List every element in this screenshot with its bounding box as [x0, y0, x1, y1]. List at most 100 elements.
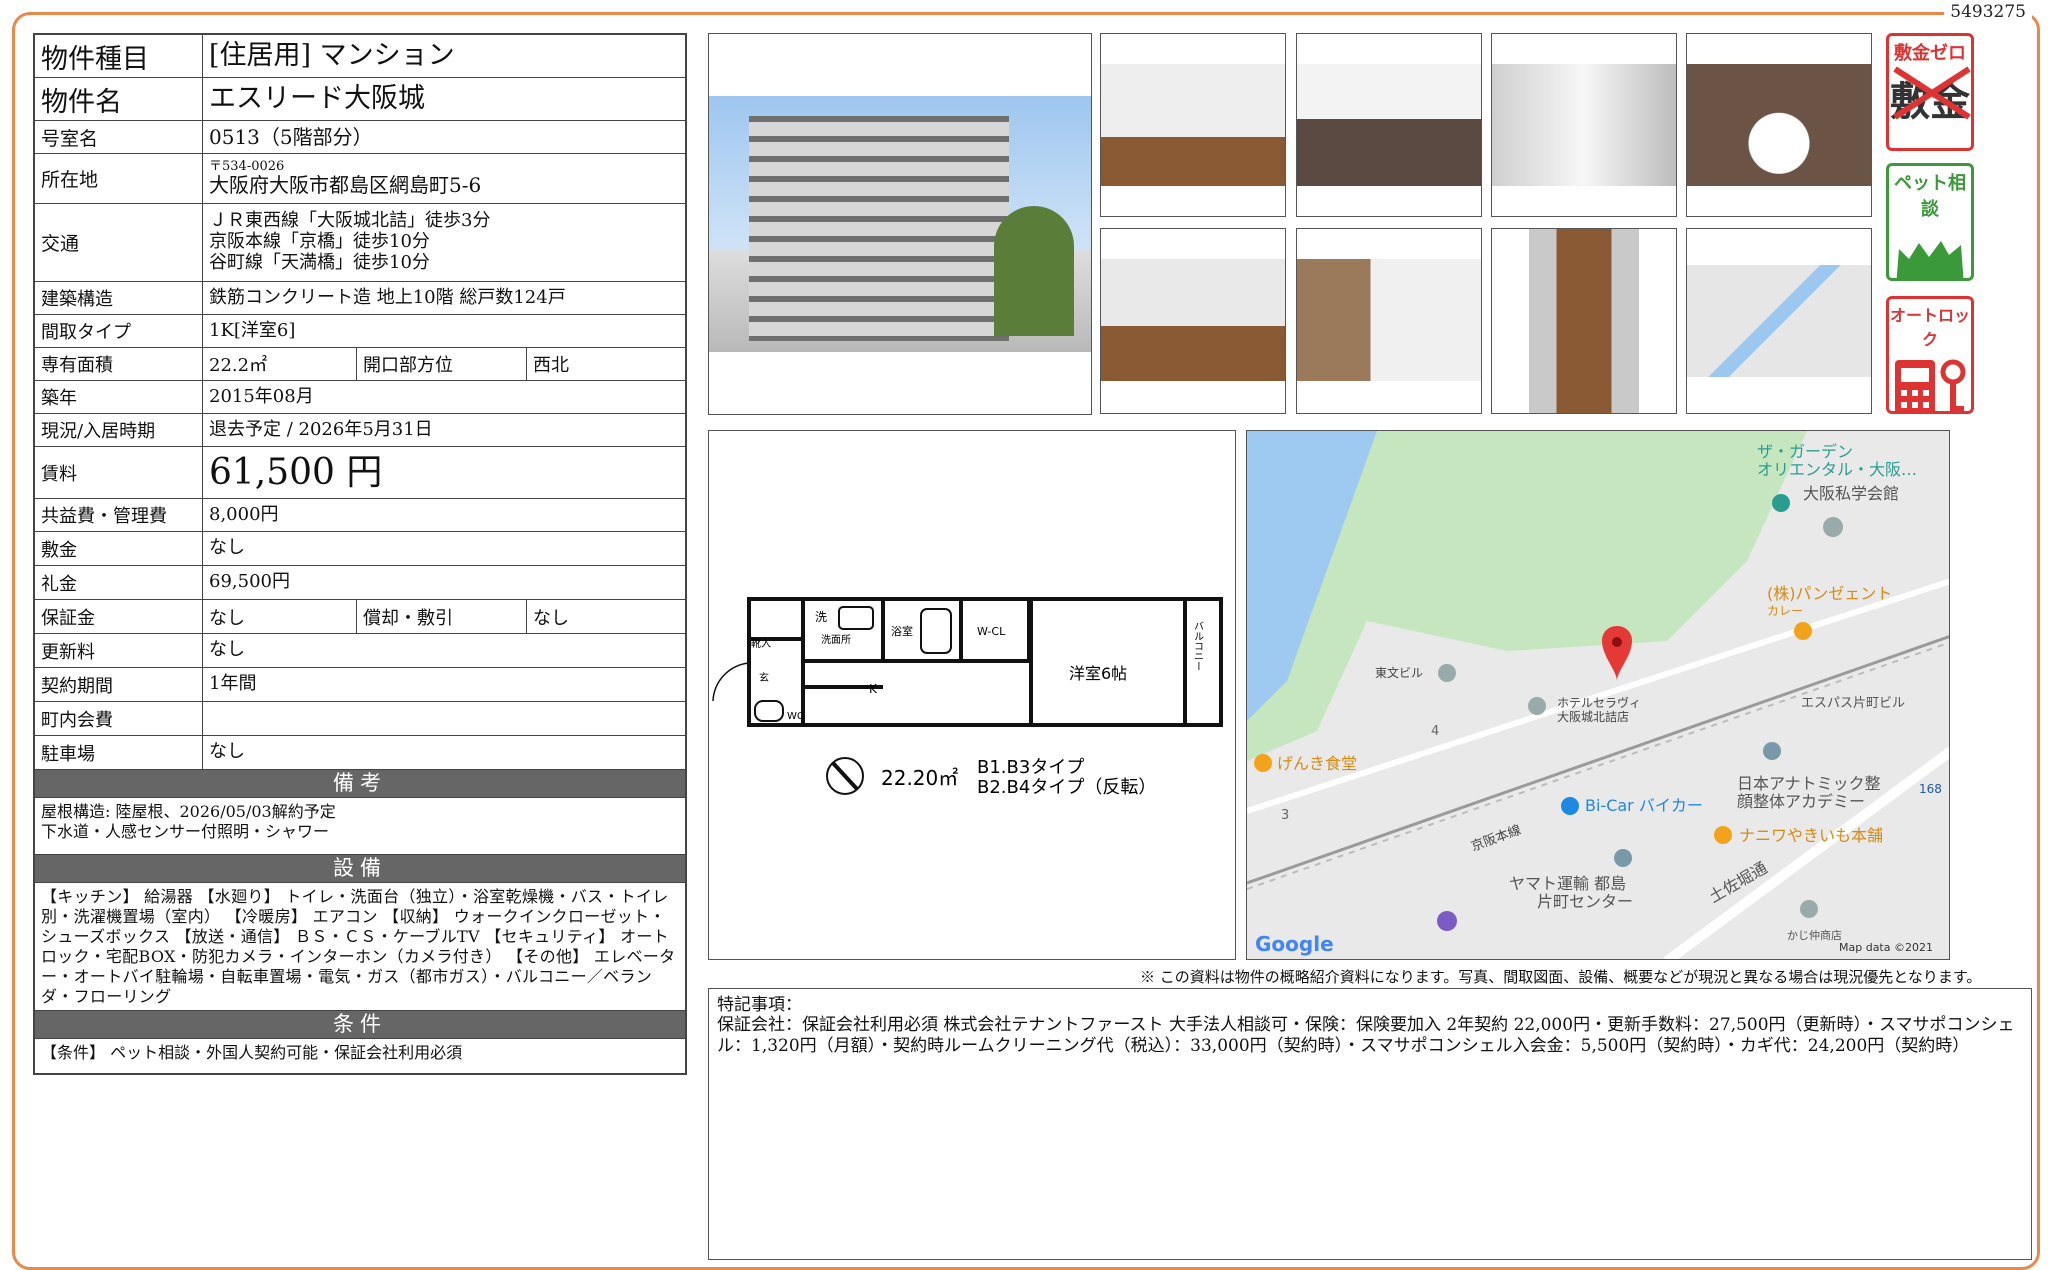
transport-line: ＪＲ東西線「大阪城北詰」徒歩3分 — [209, 210, 491, 232]
fp-wc: WC — [787, 711, 804, 722]
map-label: 日本アナトミック整 — [1737, 774, 1881, 793]
fp-room: 洋室6帖 — [1069, 664, 1127, 683]
row-fee: 共益費・管理費 8,000円 — [35, 499, 685, 532]
map-label: ヤマト運輸 都島 — [1509, 874, 1626, 893]
label-area: 専有面積 — [35, 348, 203, 380]
fp-type1: B1.B3タイプ — [977, 757, 1084, 778]
autolock-badge: オートロック — [1886, 296, 1974, 414]
value-keymoney: 69,500円 — [209, 571, 290, 593]
fp-area: 22.20㎡ — [881, 766, 958, 790]
value-parking: なし — [209, 741, 245, 763]
row-contract: 契約期間 1年間 — [35, 668, 685, 702]
map-label: エスパス片町ビル — [1801, 696, 1905, 711]
label-keymoney: 礼金 — [35, 566, 203, 599]
label-guarantee: 保証金 — [35, 600, 203, 633]
value-transport: ＪＲ東西線「大阪城北詰」徒歩3分 京阪本線「京橋」徒歩10分 谷町線「天満橋」徒… — [203, 204, 685, 281]
fp-balcony: バルコニー — [1192, 621, 1204, 671]
value-structure: 鉄筋コンクリート造 地上10階 総戸数124戸 — [209, 286, 566, 308]
badge-label: オートロック — [1889, 306, 1970, 349]
value-name: エスリード大阪城 — [209, 83, 425, 115]
label-renewal: 更新料 — [35, 634, 203, 667]
map-label: 3 — [1281, 808, 1289, 823]
row-structure: 建築構造 鉄筋コンクリート造 地上10階 総戸数124戸 — [35, 282, 685, 315]
label-structure: 建築構造 — [35, 282, 203, 314]
shikikin-zero-badge: 敷金ゼロ 敷金 — [1886, 33, 1974, 151]
location-map[interactable]: ザ・ガーデン オリエンタル・大阪… 大阪私学会館 (株)パンゼェント カレー 東… — [1246, 430, 1950, 960]
row-parking: 駐車場 なし — [35, 736, 685, 770]
label-built: 築年 — [35, 381, 203, 413]
label-type: 物件種目 — [35, 35, 203, 77]
value-renewal: なし — [209, 639, 245, 661]
label-layout: 間取タイプ — [35, 315, 203, 347]
bathroom-photo — [1491, 33, 1677, 217]
value-opening: 西北 — [533, 355, 569, 376]
value-area: 22.2㎡ — [203, 348, 357, 380]
remarks-line: 屋根構造: 陸屋根、2026/05/03解約予定 — [41, 802, 336, 821]
hallway-photo — [1491, 228, 1677, 414]
value-layout: 1K[洋室6] — [209, 319, 296, 341]
label-contract: 契約期間 — [35, 668, 203, 701]
map-credit: Map data ©2021 — [1839, 941, 1933, 954]
document-id: 5493275 — [1944, 2, 2032, 22]
special-notes-box: 特記事項： 保証会社：保証会社利用必須 株式会社テナントファースト 大手法人相談… — [708, 988, 2032, 1260]
row-rent: 賃料 61,500 円 — [35, 447, 685, 499]
area-map-photo — [1686, 228, 1872, 414]
transport-line: 谷町線「天満橋」徒歩10分 — [209, 251, 430, 273]
floor-plan: 洗 洗面所 浴室 W-CL 洋室6帖 K 靴入 玄 WC バルコニー 22.20… — [708, 430, 1236, 960]
remarks-line: 下水道・人感センサー付照明・シャワー — [41, 822, 330, 841]
value-deposit: なし — [209, 537, 245, 559]
map-label: Bi-Car バイカー — [1585, 796, 1703, 815]
map-label: かじ仲商店 — [1787, 928, 1842, 942]
map-label: 大阪城北詰店 — [1557, 709, 1629, 724]
row-room: 号室名 0513（5階部分） — [35, 121, 685, 154]
remarks-text: 屋根構造: 陸屋根、2026/05/03解約予定 下水道・人感センサー付照明・シ… — [35, 798, 685, 855]
badge-label: ペット相談 — [1894, 173, 1966, 220]
label-rent: 賃料 — [35, 447, 203, 498]
row-keymoney: 礼金 69,500円 — [35, 566, 685, 600]
pet-icon — [1896, 241, 1964, 278]
room-photo — [1100, 228, 1286, 414]
interior-photo — [1100, 33, 1286, 217]
row-address: 所在地 〒534-0026 大阪府大阪市都島区網島町5-6 — [35, 154, 685, 204]
value-built: 2015年08月 — [209, 385, 314, 407]
value-fee: 8,000円 — [209, 503, 279, 525]
map-label: 4 — [1431, 724, 1439, 739]
row-layout: 間取タイプ 1K[洋室6] — [35, 315, 685, 348]
property-info-table: 物件種目 [住居用] マンション 物件名 エスリード大阪城 号室名 0513（5… — [33, 33, 687, 1075]
value-contract: 1年間 — [209, 673, 257, 695]
label-opening: 開口部方位 — [357, 348, 527, 380]
value-address: 〒534-0026 大阪府大阪市都島区網島町5-6 — [203, 154, 685, 203]
row-guarantee: 保証金 なし 償却・敷引 なし — [35, 600, 685, 634]
row-type: 物件種目 [住居用] マンション — [35, 35, 685, 78]
badge-label: 敷金ゼロ — [1894, 43, 1966, 64]
row-name: 物件名 エスリード大阪城 — [35, 78, 685, 121]
label-fee: 共益費・管理費 — [35, 499, 203, 531]
crossed-shikikin-icon: 敷金 — [1889, 66, 1971, 127]
label-parking: 駐車場 — [35, 736, 203, 769]
map-label: (株)パンゼェント — [1767, 584, 1892, 603]
value-status: 退去予定 / 2026年5月31日 — [209, 418, 433, 440]
value-guarantee: なし — [203, 600, 357, 633]
washbasin-photo — [1686, 33, 1872, 217]
fp-wcl: W-CL — [977, 625, 1006, 638]
label-status: 現況/入居時期 — [35, 414, 203, 446]
special-notes-title: 特記事項： — [717, 995, 802, 1015]
row-area: 専有面積 22.2㎡ 開口部方位 西北 — [35, 348, 685, 381]
zip-code: 〒534-0026 — [209, 158, 285, 174]
pet-badge: ペット相談 — [1886, 163, 1974, 281]
label-address: 所在地 — [35, 154, 203, 203]
map-label: げんき食堂 — [1277, 754, 1357, 773]
remarks-header: 備考 — [35, 770, 685, 798]
row-built: 築年 2015年08月 — [35, 381, 685, 414]
map-label: 168 — [1919, 782, 1942, 796]
map-label: ホテルセラヴィ — [1557, 695, 1641, 710]
map-label: ナニワやきいも本舗 — [1739, 826, 1883, 845]
kitchen-photo — [1296, 33, 1482, 217]
row-transport: 交通 ＪＲ東西線「大阪城北詰」徒歩3分 京阪本線「京橋」徒歩10分 谷町線「天満… — [35, 204, 685, 282]
google-logo: Google — [1255, 932, 1334, 956]
map-label: カレー — [1767, 604, 1803, 618]
map-label: オリエンタル・大阪… — [1757, 460, 1917, 479]
label-deposit: 敷金 — [35, 532, 203, 565]
map-label: ザ・ガーデン — [1757, 442, 1853, 461]
label-town: 町内会費 — [35, 702, 203, 735]
